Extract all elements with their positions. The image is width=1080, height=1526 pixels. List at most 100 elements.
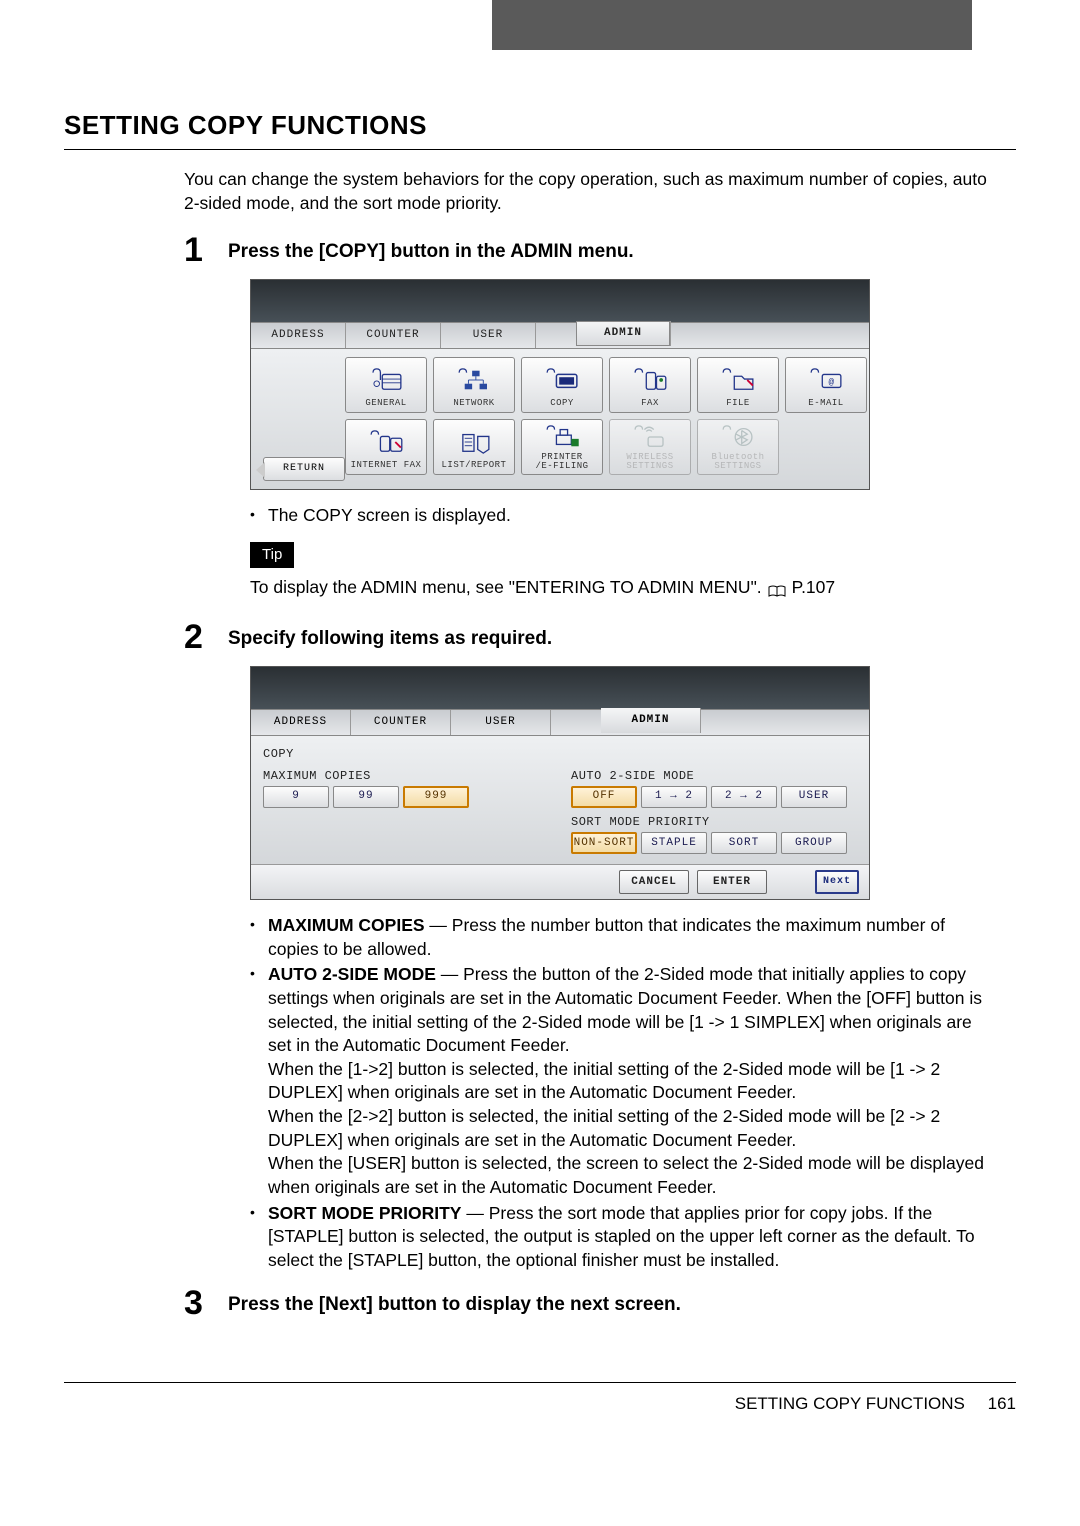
bluetooth-icon: [703, 420, 773, 453]
auto-2side-off[interactable]: OFF: [571, 786, 637, 808]
ss1-header: [251, 280, 869, 322]
network-button[interactable]: NETWORK: [433, 357, 515, 413]
desc-auto-2side-body3: When the [2->2] button is selected, the …: [268, 1106, 940, 1150]
tab-address-2[interactable]: ADDRESS: [251, 710, 351, 735]
title-rule: [64, 149, 1016, 150]
desc-max-copies: • MAXIMUM COPIES — Press the number butt…: [250, 914, 996, 961]
desc-max-copies-title: MAXIMUM COPIES: [268, 915, 425, 935]
max-copies-999[interactable]: 999: [403, 786, 469, 808]
auto-2side-user[interactable]: USER: [781, 786, 847, 808]
network-label: NETWORK: [453, 397, 494, 409]
list-report-button[interactable]: LIST/REPORT: [433, 419, 515, 475]
ss2-tab-bar: ADDRESS COUNTER USER ADMIN: [251, 709, 869, 736]
page-footer: SETTING COPY FUNCTIONS 161: [64, 1382, 1016, 1416]
step-3: 3 Press the [Next] button to display the…: [184, 1286, 1016, 1320]
step-1-number: 1: [184, 233, 228, 267]
tab-address[interactable]: ADDRESS: [251, 323, 346, 348]
step-2: 2 Specify following items as required.: [184, 620, 1016, 654]
footer-page-number: 161: [988, 1394, 1016, 1413]
internet-fax-label: INTERNET FAX: [351, 459, 422, 471]
tab-counter[interactable]: COUNTER: [346, 323, 441, 348]
desc-auto-2side-title: AUTO 2-SIDE MODE: [268, 964, 436, 984]
step-1: 1 Press the [COPY] button in the ADMIN m…: [184, 233, 1016, 267]
book-icon: [768, 581, 786, 594]
tab-user-2[interactable]: USER: [451, 710, 551, 735]
step-1-title: Press the [COPY] button in the ADMIN men…: [228, 233, 634, 267]
intro-text: You can change the system behaviors for …: [184, 168, 1006, 215]
network-icon: [439, 363, 509, 397]
list-report-label: LIST/REPORT: [442, 459, 507, 471]
fax-label: FAX: [641, 397, 659, 409]
max-copies-99[interactable]: 99: [333, 786, 399, 808]
tab-gap: [536, 323, 576, 348]
internet-fax-icon: [351, 425, 421, 459]
printer-efiling-button[interactable]: PRINTER /E-FILING: [521, 419, 603, 475]
internet-fax-button[interactable]: INTERNET FAX: [345, 419, 427, 475]
step-3-number: 3: [184, 1286, 228, 1320]
enter-button[interactable]: ENTER: [697, 870, 767, 894]
max-copies-9[interactable]: 9: [263, 786, 329, 808]
file-button[interactable]: FILE: [697, 357, 779, 413]
fax-button[interactable]: FAX: [609, 357, 691, 413]
page-title: SETTING COPY FUNCTIONS: [64, 108, 1016, 143]
auto-2side-1to2[interactable]: 1 → 2: [641, 786, 707, 808]
general-icon: [351, 363, 421, 397]
copy-icon: [527, 363, 597, 397]
step-3-title: Press the [Next] button to display the n…: [228, 1286, 681, 1320]
screenshot-admin-menu: ADDRESS COUNTER USER ADMIN RETURN GENERA…: [250, 279, 870, 490]
desc-sort-priority: • SORT MODE PRIORITY — Press the sort mo…: [250, 1202, 996, 1273]
tab-gap-2: [551, 710, 601, 735]
tip-page-ref: P.107: [792, 576, 835, 600]
fax-icon: [615, 363, 685, 397]
tab-admin-2[interactable]: ADMIN: [601, 708, 701, 733]
general-label: GENERAL: [365, 397, 406, 409]
tab-user[interactable]: USER: [441, 323, 536, 348]
max-copies-label: MAXIMUM COPIES: [263, 768, 549, 784]
tab-counter-2[interactable]: COUNTER: [351, 710, 451, 735]
sort-nonsort[interactable]: NON-SORT: [571, 832, 637, 854]
sort-group[interactable]: GROUP: [781, 832, 847, 854]
ss1-tab-bar: ADDRESS COUNTER USER ADMIN: [251, 322, 869, 349]
sort-priority-label: SORT MODE PRIORITY: [571, 814, 857, 830]
ss2-header: [251, 667, 869, 709]
wireless-settings-button[interactable]: WIRELESS SETTINGS: [609, 419, 691, 475]
header-bar: [0, 0, 1080, 50]
step1-result-text: The COPY screen is displayed.: [268, 504, 996, 528]
next-button[interactable]: Next: [815, 870, 859, 894]
printer-efiling-icon: [527, 420, 597, 453]
screenshot-copy-settings: ADDRESS COUNTER USER ADMIN COPY MAXIMUM …: [250, 666, 870, 900]
cancel-button[interactable]: CANCEL: [619, 870, 689, 894]
list-report-icon: [439, 425, 509, 459]
desc-auto-2side-body4: When the [USER] button is selected, the …: [268, 1153, 984, 1197]
step-2-title: Specify following items as required.: [228, 620, 552, 654]
tip-badge: Tip: [250, 542, 294, 568]
step-2-number: 2: [184, 620, 228, 654]
file-icon: [703, 363, 773, 397]
printer-efiling-label: PRINTER /E-FILING: [535, 453, 588, 471]
sort-sort[interactable]: SORT: [711, 832, 777, 854]
wireless-label: WIRELESS SETTINGS: [626, 453, 673, 471]
email-icon: @: [791, 363, 861, 397]
sort-staple[interactable]: STAPLE: [641, 832, 707, 854]
return-button[interactable]: RETURN: [263, 457, 345, 481]
email-button[interactable]: @ E-MAIL: [785, 357, 867, 413]
breadcrumb-copy: COPY: [263, 746, 857, 762]
copy-button[interactable]: COPY: [521, 357, 603, 413]
tab-admin[interactable]: ADMIN: [576, 321, 671, 346]
svg-text:@: @: [829, 377, 835, 388]
tip-line: To display the ADMIN menu, see "ENTERING…: [250, 576, 1016, 600]
footer-label: SETTING COPY FUNCTIONS: [735, 1394, 965, 1413]
bluetooth-label: Bluetooth SETTINGS: [711, 453, 764, 471]
step1-result-bullet: • The COPY screen is displayed.: [250, 504, 996, 528]
email-label: E-MAIL: [808, 397, 843, 409]
file-label: FILE: [726, 397, 750, 409]
tip-text: To display the ADMIN menu, see "ENTERING…: [250, 576, 762, 600]
general-button[interactable]: GENERAL: [345, 357, 427, 413]
auto-2side-2to2[interactable]: 2 → 2: [711, 786, 777, 808]
bluetooth-settings-button[interactable]: Bluetooth SETTINGS: [697, 419, 779, 475]
desc-auto-2side: • AUTO 2-SIDE MODE — Press the button of…: [250, 963, 996, 1199]
header-dark-block: [492, 0, 972, 50]
desc-auto-2side-body2: When the [1->2] button is selected, the …: [268, 1059, 940, 1103]
wireless-icon: [615, 420, 685, 453]
auto-2side-label: AUTO 2-SIDE MODE: [571, 768, 857, 784]
